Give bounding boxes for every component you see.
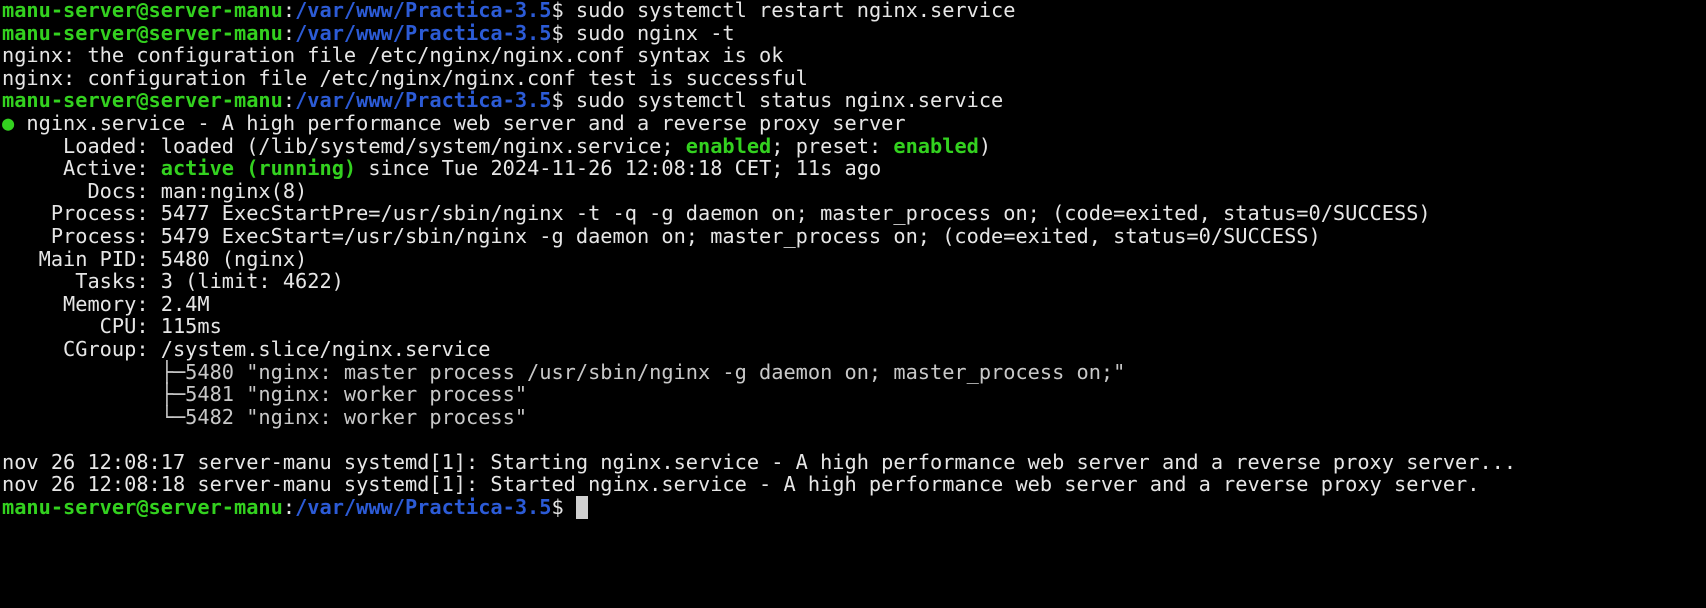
terminal-cursor[interactable] [575,496,588,520]
status-loaded-pre: loaded (/lib/systemd/system/nginx.servic… [160,133,686,158]
status-active-since: since Tue 2024-11-26 12:08:18 CET; 11s a… [356,156,882,181]
prompt-colon: : [282,495,296,520]
prompt-user-host: manu-server@server-manu [2,20,283,45]
status-active-label: Active: [2,156,161,181]
terminal-window[interactable]: manu-server@server-manu:/var/www/Practic… [0,0,1706,606]
status-dot-icon: ● [2,110,15,135]
prompt-user-host: manu-server@server-manu [2,88,283,113]
prompt-symbol: $ [551,20,576,45]
status-loaded-enabled: enabled [685,133,772,158]
status-header: nginx.service - A high performance web s… [14,110,906,135]
command-restart: sudo systemctl restart nginx.service [575,0,1016,22]
prompt-path: /var/www/Practica-3.5 [295,88,552,113]
prompt-user-host: manu-server@server-manu [2,0,283,22]
prompt-symbol: $ [551,88,576,113]
status-loaded-label: Loaded: [2,133,161,158]
prompt-colon: : [282,20,296,45]
prompt-symbol: $ [551,0,576,22]
status-active-state: active (running) [160,156,357,181]
command-status: sudo systemctl status nginx.service [575,88,1004,113]
prompt-path: /var/www/Practica-3.5 [295,0,552,22]
prompt-line-current[interactable]: manu-server@server-manu:/var/www/Practic… [2,495,1706,521]
status-loaded-mid: ; preset: [771,133,894,158]
prompt-colon: : [282,0,296,22]
prompt-colon: : [282,88,296,113]
prompt-symbol: $ [551,495,576,520]
prompt-user-host: manu-server@server-manu [2,495,283,520]
prompt-path: /var/www/Practica-3.5 [295,20,552,45]
command-test: sudo nginx -t [575,20,735,45]
prompt-path: /var/www/Practica-3.5 [295,495,552,520]
status-loaded-preset: enabled [893,133,979,158]
status-loaded-post: ) [978,133,992,158]
